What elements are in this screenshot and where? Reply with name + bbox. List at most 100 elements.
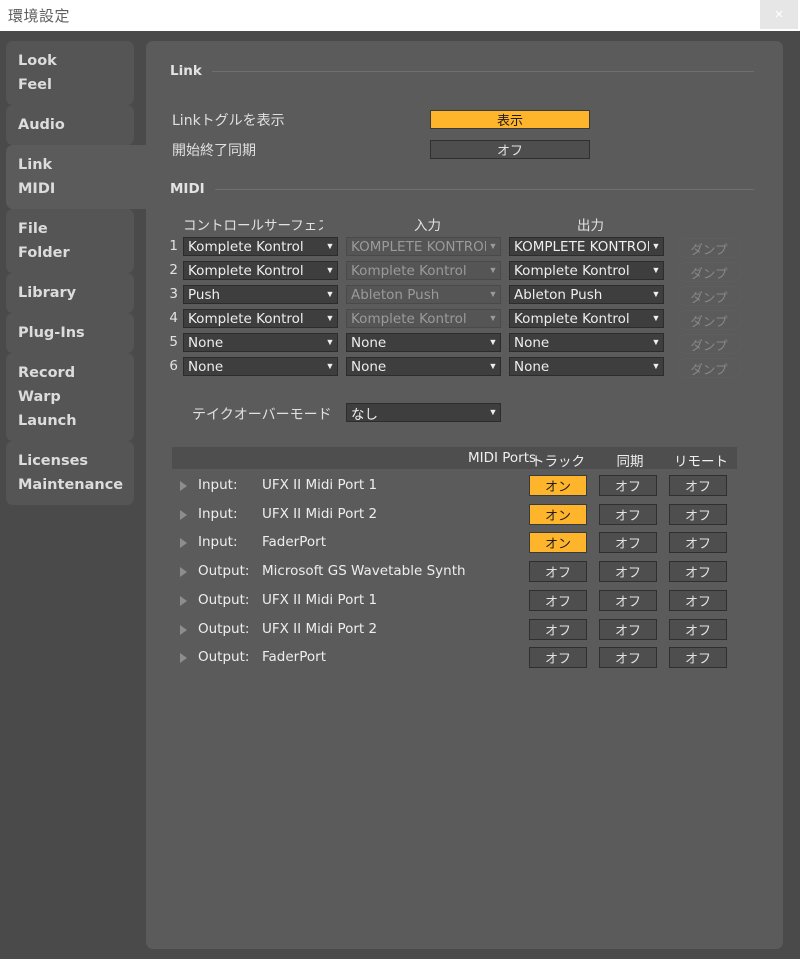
sidebar-item-library[interactable]: Library	[6, 281, 134, 305]
chevron-down-icon: ▼	[488, 337, 498, 347]
section-header-midi: MIDI	[170, 181, 754, 197]
control-surface-input-dropdown: Ableton Push ▼	[346, 285, 501, 304]
expand-triangle-icon[interactable]	[180, 624, 187, 635]
section-title: MIDI	[170, 181, 205, 197]
expand-triangle-icon[interactable]	[180, 653, 187, 664]
midi-port-remote-toggle[interactable]: オフ	[669, 561, 727, 583]
midi-port-remote-toggle[interactable]: オフ	[669, 503, 727, 525]
sidebar-item-look[interactable]: Look	[6, 49, 134, 73]
dropdown-value: Komplete Kontrol	[351, 310, 467, 327]
chevron-down-icon: ▼	[325, 361, 335, 371]
midi-port-remote-toggle[interactable]: オフ	[669, 532, 727, 554]
sidebar-item-licenses[interactable]: Licenses	[6, 449, 134, 473]
midi-port-track-toggle[interactable]: オン	[529, 532, 587, 554]
control-surface-dropdown[interactable]: Push ▼	[183, 285, 338, 304]
midi-port-row: Output: FaderPort オフ オフ オフ	[172, 644, 737, 673]
sidebar-item-audio[interactable]: Audio	[6, 113, 134, 137]
midi-port-remote-toggle[interactable]: オフ	[669, 589, 727, 611]
sidebar-item-record[interactable]: Record	[6, 361, 134, 385]
control-surface-input-dropdown: KOMPLETE KONTROL ▼	[346, 237, 501, 256]
takeover-mode-label: テイクオーバーモード	[192, 407, 332, 423]
midi-port-sync-toggle[interactable]: オフ	[599, 532, 657, 554]
midi-port-sync-toggle[interactable]: オフ	[599, 475, 657, 496]
sidebar-item-warp[interactable]: Warp	[6, 385, 134, 409]
column-header-output: 出力	[577, 218, 604, 234]
midi-port-remote-toggle[interactable]: オフ	[669, 647, 727, 669]
control-surface-output-dropdown[interactable]: Komplete Kontrol ▼	[509, 261, 664, 280]
dropdown-value: None	[514, 334, 550, 351]
midi-port-row: Input: UFX II Midi Port 1 オン オフ オフ	[172, 472, 737, 501]
midi-port-track-toggle[interactable]: オフ	[529, 618, 587, 640]
sidebar-item-feel[interactable]: Feel	[6, 73, 134, 97]
expand-triangle-icon[interactable]	[180, 481, 187, 491]
link-toggle-label: Linkトグルを表示	[172, 113, 285, 129]
expand-triangle-icon[interactable]	[180, 509, 187, 520]
sidebar-group-licenses[interactable]: Licenses Maintenance	[6, 441, 134, 505]
expand-triangle-icon[interactable]	[180, 567, 187, 578]
control-surface-dropdown[interactable]: None ▼	[183, 357, 338, 376]
control-surface-output-dropdown[interactable]: KOMPLETE KONTROL ▼	[509, 237, 664, 256]
midi-port-sync-toggle[interactable]: オフ	[599, 503, 657, 525]
midi-port-track-toggle[interactable]: オン	[529, 503, 587, 525]
sidebar-group-record[interactable]: Record Warp Launch	[6, 353, 134, 441]
sidebar-item-launch[interactable]: Launch	[6, 409, 134, 433]
sidebar-item-file[interactable]: File	[6, 217, 134, 241]
midi-port-remote-toggle[interactable]: オフ	[669, 618, 727, 640]
control-surface-dropdown[interactable]: Komplete Kontrol ▼	[183, 237, 338, 256]
control-surface-row-index: 3	[169, 286, 178, 302]
midi-port-sync-toggle[interactable]: オフ	[599, 647, 657, 669]
control-surface-output-dropdown[interactable]: None ▼	[509, 357, 664, 376]
sidebar-item-maintenance[interactable]: Maintenance	[6, 473, 134, 497]
midi-port-sync-toggle[interactable]: オフ	[599, 589, 657, 611]
midi-port-track-toggle[interactable]: オフ	[529, 589, 587, 611]
chevron-down-icon: ▼	[325, 241, 335, 251]
sidebar-item-folder[interactable]: Folder	[6, 241, 134, 265]
control-surface-input-dropdown[interactable]: None ▼	[346, 357, 501, 376]
sidebar-group-plug-ins[interactable]: Plug-Ins	[6, 313, 134, 353]
control-surface-row-index: 2	[169, 262, 178, 278]
control-surface-dropdown[interactable]: Komplete Kontrol ▼	[183, 309, 338, 328]
dropdown-value: KOMPLETE KONTROL	[351, 238, 486, 255]
midi-port-direction: Output:	[198, 591, 250, 608]
sidebar-item-plug-ins[interactable]: Plug-Ins	[6, 321, 134, 345]
midi-port-sync-toggle[interactable]: オフ	[599, 561, 657, 583]
control-surface-input-dropdown: Komplete Kontrol ▼	[346, 309, 501, 328]
control-surface-output-dropdown[interactable]: None ▼	[509, 333, 664, 352]
midi-port-track-toggle[interactable]: オフ	[529, 561, 587, 583]
midi-port-direction: Output:	[198, 620, 250, 637]
sidebar-group-audio[interactable]: Audio	[6, 105, 134, 145]
start-stop-sync-button[interactable]: オフ	[430, 140, 590, 159]
sidebar-group-link[interactable]: Link MIDI	[6, 145, 152, 209]
sidebar-group-library[interactable]: Library	[6, 273, 134, 313]
control-surface-dropdown[interactable]: Komplete Kontrol ▼	[183, 261, 338, 280]
section-header-link: Link	[170, 63, 754, 79]
column-header-sync: 同期	[616, 454, 644, 470]
column-header-track: トラック	[531, 454, 585, 470]
chevron-down-icon: ▼	[488, 361, 498, 371]
close-icon[interactable]: ×	[760, 0, 798, 29]
section-divider	[214, 188, 754, 190]
preferences-dialog: Look Feel Audio Link MIDI File Folder Library Pl…	[0, 31, 800, 959]
control-surface-output-dropdown[interactable]: Ableton Push ▼	[509, 285, 664, 304]
sidebar-group-file[interactable]: File Folder	[6, 209, 134, 273]
sidebar-item-midi[interactable]: MIDI	[6, 177, 152, 201]
expand-triangle-icon[interactable]	[180, 538, 187, 549]
dump-button: ダンプ	[677, 286, 741, 306]
link-toggle-show-button[interactable]: 表示	[430, 110, 590, 129]
control-surface-output-dropdown[interactable]: Komplete Kontrol ▼	[509, 309, 664, 328]
midi-port-track-toggle[interactable]: オン	[529, 475, 587, 496]
sidebar-item-link[interactable]: Link	[6, 153, 152, 177]
control-surface-input-dropdown[interactable]: None ▼	[346, 333, 501, 352]
takeover-mode-dropdown[interactable]: なし ▼	[346, 403, 501, 422]
expand-triangle-icon[interactable]	[180, 595, 187, 606]
midi-port-remote-toggle[interactable]: オフ	[669, 475, 727, 496]
midi-port-sync-toggle[interactable]: オフ	[599, 618, 657, 640]
dropdown-value: None	[514, 358, 550, 375]
sidebar-group-look[interactable]: Look Feel	[6, 41, 134, 105]
dropdown-value: Komplete Kontrol	[514, 310, 630, 327]
midi-port-track-toggle[interactable]: オフ	[529, 647, 587, 669]
column-header-control-surface: コントロールサーフェス	[183, 218, 323, 234]
midi-port-row: Input: UFX II Midi Port 2 オン オフ オフ	[172, 501, 737, 530]
dropdown-value: None	[351, 334, 387, 351]
control-surface-dropdown[interactable]: None ▼	[183, 333, 338, 352]
